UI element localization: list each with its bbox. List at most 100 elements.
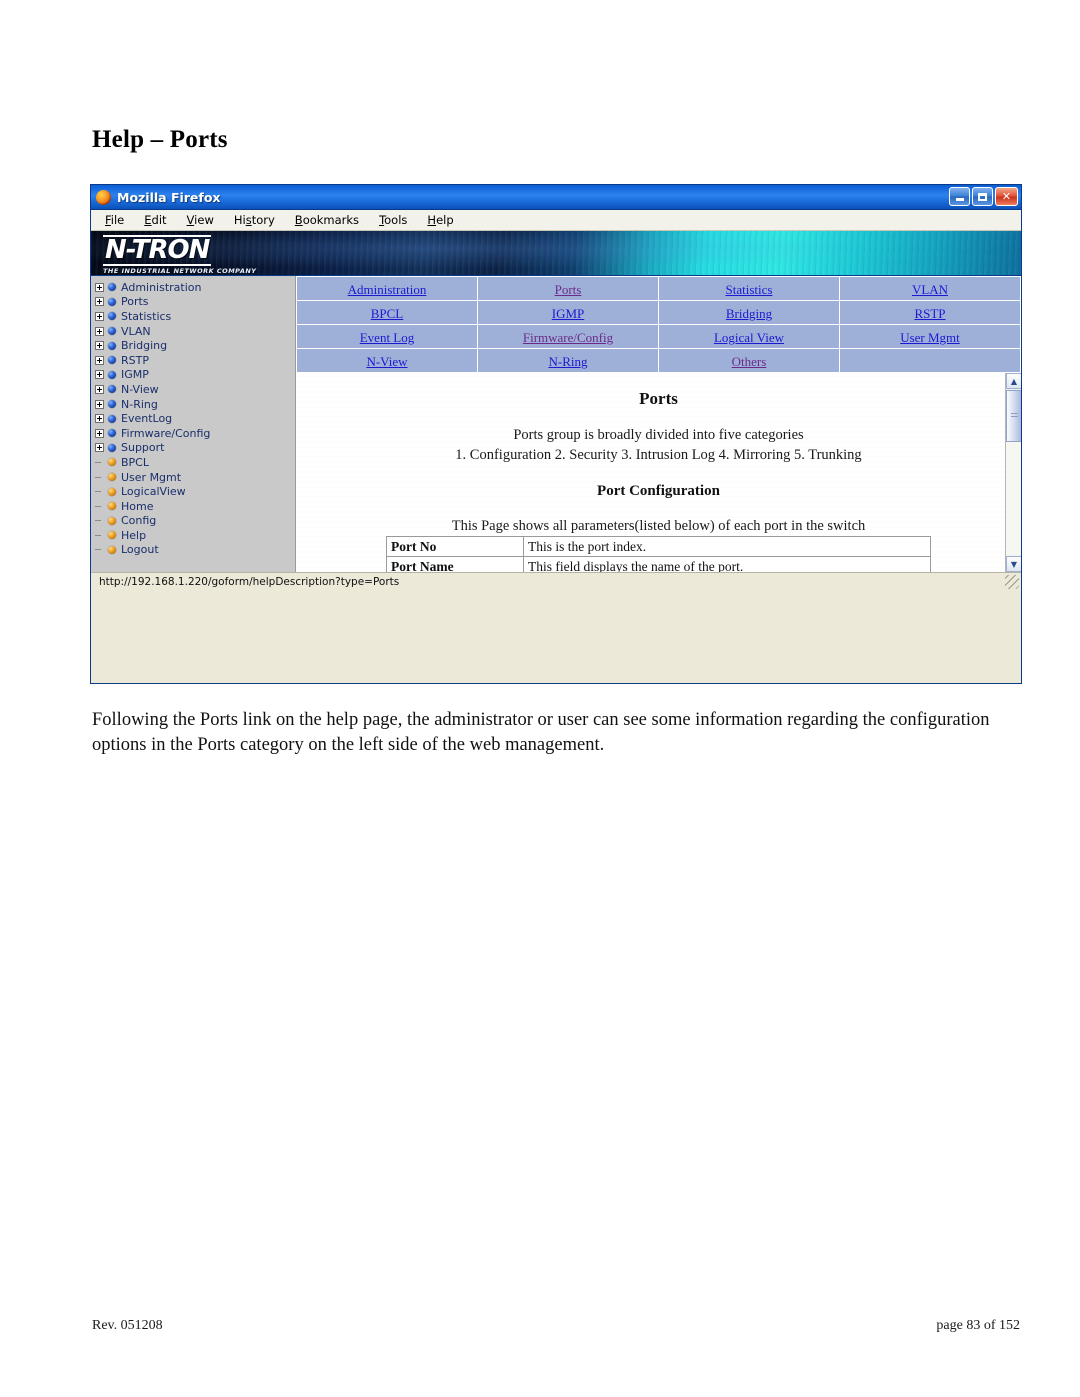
- orange-bullet-icon: [108, 516, 116, 525]
- expand-plus-icon[interactable]: [95, 370, 104, 380]
- page-content: Administration Ports Statistics VLAN BPCL IGM…: [296, 276, 1021, 572]
- orange-bullet-icon: [108, 545, 116, 554]
- resize-grip-icon[interactable]: [1005, 575, 1019, 589]
- expand-plus-icon[interactable]: [95, 428, 104, 438]
- expand-plus-icon[interactable]: [95, 414, 104, 424]
- nav-link-logical-view[interactable]: Logical View: [714, 330, 784, 345]
- menu-item-view[interactable]: View: [187, 213, 214, 227]
- expand-plus-icon[interactable]: [95, 399, 104, 409]
- sidebar-tree-panel: Administration Ports Statistics VLAN Bridgin…: [91, 276, 296, 572]
- nav-link-n-ring[interactable]: N-Ring: [549, 354, 588, 369]
- nav-link-bpcl[interactable]: BPCL: [371, 306, 404, 321]
- nav-grid-cell: Ports: [477, 276, 659, 301]
- blue-bullet-icon: [108, 283, 116, 292]
- scrollbar-thumb[interactable]: [1006, 390, 1021, 442]
- sidebar-item-n-view[interactable]: N-View: [95, 382, 295, 397]
- sidebar-item-firmware-config[interactable]: Firmware/Config: [95, 426, 295, 441]
- nav-link-rstp[interactable]: RSTP: [914, 306, 945, 321]
- nav-link-user-mgmt[interactable]: User Mgmt: [900, 330, 960, 345]
- expand-plus-icon[interactable]: [95, 443, 104, 453]
- menu-item-file[interactable]: File: [105, 213, 124, 227]
- document-paragraph: Following the Ports link on the help pag…: [92, 710, 990, 755]
- help-intro-line-1: Ports group is broadly divided into five…: [513, 427, 804, 443]
- menu-item-help[interactable]: Help: [427, 213, 453, 227]
- expand-plus-icon[interactable]: [95, 297, 104, 307]
- sidebar-item-bpcl[interactable]: BPCL: [95, 455, 295, 470]
- sidebar-item-bridging[interactable]: Bridging: [95, 338, 295, 353]
- blue-bullet-icon: [108, 443, 116, 452]
- minimize-button[interactable]: [949, 187, 970, 206]
- nav-link-vlan[interactable]: VLAN: [912, 282, 948, 297]
- nav-link-statistics[interactable]: Statistics: [726, 282, 773, 297]
- maximize-button[interactable]: [972, 187, 993, 206]
- nav-grid-row: N-View N-Ring Others: [296, 348, 1021, 373]
- expand-plus-icon[interactable]: [95, 282, 104, 292]
- help-section-intro: This Page shows all parameters(listed be…: [451, 518, 866, 534]
- menu-item-edit[interactable]: Edit: [144, 213, 166, 227]
- expand-plus-icon[interactable]: [95, 326, 104, 336]
- menu-item-history[interactable]: History: [234, 213, 275, 227]
- expand-plus-icon[interactable]: [95, 384, 104, 394]
- scrollbar-track[interactable]: [1006, 442, 1021, 555]
- nav-grid-cell: RSTP: [839, 300, 1021, 325]
- expand-plus-icon[interactable]: [95, 355, 104, 365]
- sidebar-item-user-mgmt[interactable]: User Mgmt: [95, 470, 295, 485]
- nav-grid-cell: IGMP: [477, 300, 659, 325]
- expand-plus-icon[interactable]: [95, 341, 104, 351]
- sidebar-item-logicalview[interactable]: LogicalView: [95, 484, 295, 499]
- nav-link-event-log[interactable]: Event Log: [360, 330, 415, 345]
- close-button[interactable]: ✕: [995, 187, 1018, 206]
- window-titlebar: Mozilla Firefox ✕: [91, 185, 1021, 210]
- expand-plus-icon[interactable]: [95, 311, 104, 321]
- nav-grid-cell: Bridging: [658, 300, 840, 325]
- parameter-name-cell: Port No: [386, 536, 524, 557]
- nav-link-n-view[interactable]: N-View: [366, 354, 407, 369]
- nav-link-bridging[interactable]: Bridging: [726, 306, 772, 321]
- sidebar-item-logout[interactable]: Logout: [95, 543, 295, 558]
- blue-bullet-icon: [108, 370, 116, 379]
- nav-link-firmware-config[interactable]: Firmware/Config: [523, 330, 613, 345]
- minimize-icon: [955, 197, 964, 201]
- copyright-line-1: ©Copyright 2005-2007: [95, 571, 289, 572]
- sidebar-item-rstp[interactable]: RSTP: [95, 353, 295, 368]
- sidebar-tree: Administration Ports Statistics VLAN Bridgin…: [95, 280, 295, 557]
- sidebar-copyright: ©Copyright 2005-2007 by N-TRON Corp. htt…: [95, 571, 295, 572]
- nav-link-ports[interactable]: Ports: [555, 282, 582, 297]
- content-vertical-scrollbar[interactable]: ▲ ▼: [1005, 373, 1021, 572]
- nav-grid-cell: Event Log: [296, 324, 478, 349]
- sidebar-item-label: RSTP: [121, 353, 149, 367]
- sidebar-item-home[interactable]: Home: [95, 499, 295, 514]
- document-footer: Rev. 051208 page 83 of 152: [92, 1318, 1020, 1334]
- window-controls: ✕: [949, 187, 1018, 206]
- help-section-title: Port Configuration: [597, 483, 720, 499]
- sidebar-item-label: EventLog: [121, 412, 173, 426]
- sidebar-item-statistics[interactable]: Statistics: [95, 309, 295, 324]
- blue-bullet-icon: [108, 385, 116, 394]
- blue-bullet-icon: [108, 312, 116, 321]
- sidebar-item-eventlog[interactable]: EventLog: [95, 411, 295, 426]
- menu-item-tools[interactable]: Tools: [379, 213, 407, 227]
- window-title: Mozilla Firefox: [117, 189, 221, 205]
- blue-bullet-icon: [108, 400, 116, 409]
- sidebar-item-label: Bridging: [121, 339, 168, 353]
- sidebar-item-label: Statistics: [121, 309, 172, 323]
- sidebar-item-label: N-Ring: [121, 397, 158, 411]
- sidebar-item-ports[interactable]: Ports: [95, 295, 295, 310]
- sidebar-item-igmp[interactable]: IGMP: [95, 368, 295, 383]
- sidebar-item-config[interactable]: Config: [95, 514, 295, 529]
- nav-link-igmp[interactable]: IGMP: [552, 306, 585, 321]
- scroll-up-arrow-icon[interactable]: ▲: [1006, 373, 1021, 389]
- menu-item-bookmarks[interactable]: Bookmarks: [295, 213, 359, 227]
- nav-link-administration[interactable]: Administration: [348, 282, 427, 297]
- sidebar-item-vlan[interactable]: VLAN: [95, 324, 295, 339]
- sidebar-item-label: Logout: [121, 543, 159, 557]
- orange-bullet-icon: [108, 458, 116, 467]
- sidebar-item-n-ring[interactable]: N-Ring: [95, 397, 295, 412]
- sidebar-item-help[interactable]: Help: [95, 528, 295, 543]
- sidebar-item-label: LogicalView: [121, 485, 186, 499]
- ntron-logo: N-TRON THE INDUSTRIAL NETWORK COMPANY: [103, 235, 273, 275]
- sidebar-item-administration[interactable]: Administration: [95, 280, 295, 295]
- nav-link-others[interactable]: Others: [732, 354, 767, 369]
- scroll-down-arrow-icon[interactable]: ▼: [1006, 556, 1021, 572]
- sidebar-item-support[interactable]: Support: [95, 441, 295, 456]
